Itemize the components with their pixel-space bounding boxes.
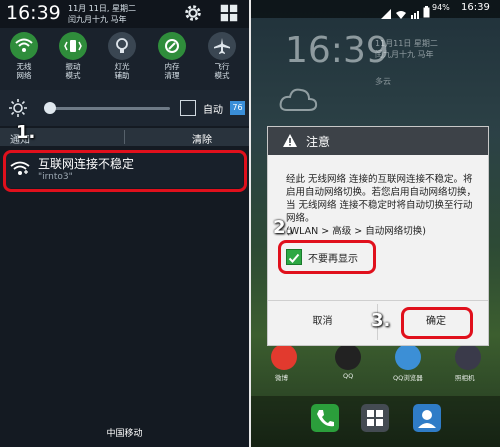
carrier-label: 中国移动 — [106, 429, 143, 439]
qq-app-icon[interactable] — [335, 344, 361, 370]
brightness-slider[interactable] — [46, 107, 170, 110]
battery-icon — [423, 3, 430, 18]
contacts-icon[interactable] — [413, 404, 441, 432]
home-screen: 94% 16:39 16:39 11月11日 星期二 闰九月十九 马年 多云 微… — [251, 0, 500, 447]
dialog-title-bar: 注意 — [268, 127, 488, 155]
apps-grid-icon[interactable] — [361, 404, 389, 432]
quick-toggle-airplane[interactable]: 飞行 模式 — [202, 32, 242, 80]
quick-toggle-label: 飞行 模式 — [214, 62, 230, 80]
brightness-control: 自动 76 — [0, 90, 249, 126]
vibrate-icon — [59, 32, 87, 60]
signal-icon — [381, 4, 391, 19]
status-time: 16:39 — [6, 2, 61, 24]
cancel-button[interactable]: 取消 — [268, 312, 377, 327]
quick-toggle-vibrate[interactable]: 振动 模式 — [53, 32, 93, 80]
status-bar: 94% 16:39 — [251, 0, 500, 19]
header-divider — [124, 130, 125, 144]
dialog-title: 注意 — [306, 135, 331, 149]
airplane-icon — [208, 32, 236, 60]
clock-widget-date: 11月11日 星期二 闰九月十九 马年 — [375, 39, 438, 59]
qq-browser-app-icon[interactable] — [395, 344, 421, 370]
quick-toggle-wifi[interactable]: 无线 网络 — [4, 32, 44, 80]
network-icon — [411, 4, 421, 19]
gear-icon[interactable] — [182, 2, 204, 24]
flashlight-icon — [108, 32, 136, 60]
cloud-icon — [279, 88, 318, 111]
step-number-3: 3. — [371, 310, 391, 331]
highlight-box — [401, 307, 473, 339]
clear-button[interactable]: 清除 — [192, 131, 212, 146]
notification-header: 通知 清除 — [0, 128, 249, 146]
clock-widget-time: 16:39 — [285, 30, 389, 71]
quick-toggle-label: 振动 模式 — [65, 62, 81, 80]
quick-toggle-memory-clean[interactable]: 内存 清理 — [152, 32, 192, 80]
auto-brightness-value: 76 — [230, 101, 245, 115]
highlight-box — [278, 240, 376, 274]
wifi-icon — [396, 4, 406, 19]
quick-settings: 无线 网络 振动 模式 灯光 辅助 内存 清理 飞行 模式 — [0, 28, 249, 90]
app-label: QQ浏览器 — [393, 374, 423, 382]
dialog-message: 经此 无线网络 连接的互联网连接不稳定。将启用自动网络切换。若您启用自动网络切换… — [286, 174, 477, 237]
status-time: 16:39 — [461, 2, 490, 13]
quick-toggle-label: 无线 网络 — [16, 62, 32, 80]
notification-status-bar: 16:39 11月 11日, 星期二 闰九月十九 马年 — [0, 0, 249, 28]
camera-app-icon[interactable] — [455, 344, 481, 370]
phone-icon[interactable] — [311, 404, 339, 432]
quick-toggle-label: 内存 清理 — [164, 62, 180, 80]
auto-brightness-checkbox[interactable] — [180, 100, 196, 116]
wifi-icon — [10, 32, 38, 60]
dialog-button-divider — [268, 300, 488, 301]
status-date: 11月 11日, 星期二 闰九月十九 马年 — [68, 4, 136, 24]
app-label: 微博 — [275, 374, 288, 382]
memory-clean-icon — [158, 32, 186, 60]
app-label: QQ — [343, 372, 354, 380]
notification-panel: 16:39 11月 11日, 星期二 闰九月十九 马年 无线 网络 振动 模式 — [0, 0, 249, 447]
step-number-1: 1. — [16, 122, 36, 143]
warning-icon — [283, 134, 297, 147]
brightness-slider-thumb[interactable] — [43, 102, 56, 114]
weibo-app-icon[interactable] — [271, 344, 297, 370]
grid-menu-icon[interactable] — [218, 2, 240, 24]
battery-percent: 94% — [432, 3, 450, 12]
auto-brightness-label: 自动 — [203, 105, 223, 116]
highlight-box — [3, 150, 247, 192]
quick-toggle-flashlight[interactable]: 灯光 辅助 — [102, 32, 142, 80]
weather-text: 多云 — [375, 77, 391, 86]
quick-toggle-label: 灯光 辅助 — [114, 62, 130, 80]
dock — [251, 396, 500, 447]
step-number-2: 2. — [273, 217, 293, 238]
app-label: 照相机 — [455, 374, 475, 382]
brightness-icon — [9, 99, 27, 117]
